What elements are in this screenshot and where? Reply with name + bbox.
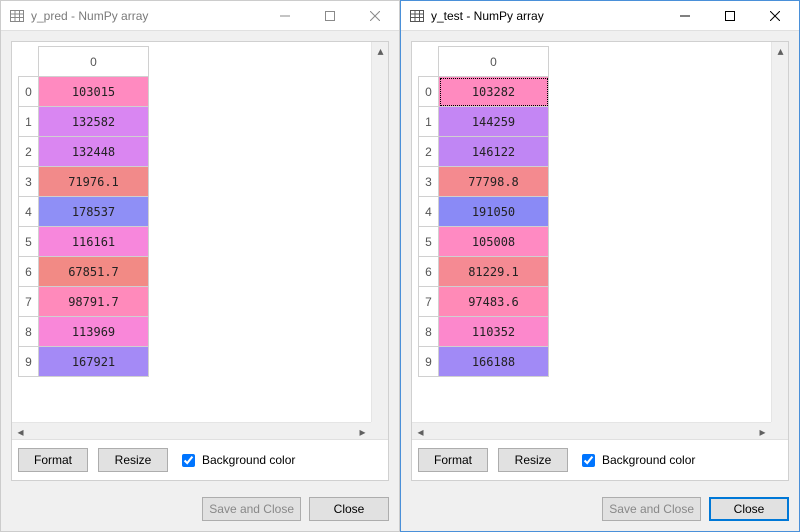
array-viewer: 0010328211442592146122377798.84191050510… <box>411 41 789 481</box>
bgcolor-checkbox[interactable] <box>182 454 195 467</box>
bgcolor-label-text: Background color <box>602 453 695 467</box>
save-and-close-button[interactable]: Save and Close <box>602 497 701 521</box>
scrollbar-horizontal[interactable]: ◂ ▸ <box>12 422 371 439</box>
row-header[interactable]: 8 <box>419 317 439 347</box>
scroll-left-icon[interactable]: ◂ <box>412 423 429 439</box>
array-cell[interactable]: 110352 <box>439 317 549 347</box>
titlebar[interactable]: y_pred - NumPy array <box>1 1 399 31</box>
titlebar[interactable]: y_test - NumPy array <box>401 1 799 31</box>
array-cell[interactable]: 77798.8 <box>439 167 549 197</box>
row-header[interactable]: 1 <box>419 107 439 137</box>
format-button[interactable]: Format <box>18 448 88 472</box>
scrollbar-vertical[interactable]: ▴ ▾ <box>771 42 788 439</box>
bgcolor-label-text: Background color <box>202 453 295 467</box>
array-cell[interactable]: 178537 <box>39 197 149 227</box>
array-cell[interactable]: 146122 <box>439 137 549 167</box>
row-header[interactable]: 2 <box>419 137 439 167</box>
row-header[interactable]: 0 <box>419 77 439 107</box>
close-button[interactable]: Close <box>709 497 789 521</box>
dialog-footer: Save and Close Close <box>401 491 799 531</box>
maximize-button[interactable] <box>707 2 752 30</box>
array-cell[interactable]: 132448 <box>39 137 149 167</box>
array-cell[interactable]: 105008 <box>439 227 549 257</box>
scroll-up-icon[interactable]: ▴ <box>372 42 388 59</box>
table-icon <box>409 8 425 24</box>
array-cell[interactable]: 103282 <box>439 77 549 107</box>
array-table[interactable]: 0010301511325822132448371976.14178537511… <box>18 46 149 377</box>
maximize-button[interactable] <box>307 2 352 30</box>
row-header[interactable]: 9 <box>19 347 39 377</box>
array-cell[interactable]: 97483.6 <box>439 287 549 317</box>
window-controls <box>262 2 397 30</box>
table-icon <box>9 8 25 24</box>
array-cell[interactable]: 81229.1 <box>439 257 549 287</box>
scroll-left-icon[interactable]: ◂ <box>12 423 29 439</box>
save-and-close-button[interactable]: Save and Close <box>202 497 301 521</box>
array-cell[interactable]: 132582 <box>39 107 149 137</box>
row-header[interactable]: 7 <box>19 287 39 317</box>
column-header[interactable]: 0 <box>39 47 149 77</box>
toolbar: Format Resize Background color <box>12 439 388 480</box>
window-y-pred: y_pred - NumPy array 0010301511325822132… <box>0 0 400 532</box>
scroll-right-icon[interactable]: ▸ <box>354 423 371 439</box>
array-cell[interactable]: 191050 <box>439 197 549 227</box>
row-header[interactable]: 5 <box>19 227 39 257</box>
array-cell[interactable]: 116161 <box>39 227 149 257</box>
scrollbar-horizontal[interactable]: ◂ ▸ <box>412 422 771 439</box>
row-header[interactable]: 0 <box>19 77 39 107</box>
format-button[interactable]: Format <box>418 448 488 472</box>
row-header[interactable]: 2 <box>19 137 39 167</box>
window-title: y_pred - NumPy array <box>31 9 262 23</box>
array-viewer: 0010301511325822132448371976.14178537511… <box>11 41 389 481</box>
scrollbar-vertical[interactable]: ▴ ▾ <box>371 42 388 439</box>
array-cell[interactable]: 67851.7 <box>39 257 149 287</box>
grid-area: 0010328211442592146122377798.84191050510… <box>412 42 788 439</box>
resize-button[interactable]: Resize <box>98 448 168 472</box>
row-header[interactable]: 6 <box>19 257 39 287</box>
row-header[interactable]: 9 <box>419 347 439 377</box>
minimize-button[interactable] <box>662 2 707 30</box>
array-cell[interactable]: 113969 <box>39 317 149 347</box>
row-header[interactable]: 4 <box>419 197 439 227</box>
toolbar: Format Resize Background color <box>412 439 788 480</box>
close-window-button[interactable] <box>352 2 397 30</box>
row-header[interactable]: 7 <box>419 287 439 317</box>
column-header[interactable]: 0 <box>439 47 549 77</box>
scroll-up-icon[interactable]: ▴ <box>772 42 788 59</box>
window-y-test: y_test - NumPy array 0010328211442592146… <box>400 0 800 532</box>
row-header[interactable]: 3 <box>19 167 39 197</box>
array-cell[interactable]: 71976.1 <box>39 167 149 197</box>
row-header[interactable]: 3 <box>419 167 439 197</box>
close-button[interactable]: Close <box>309 497 389 521</box>
array-table[interactable]: 0010328211442592146122377798.84191050510… <box>418 46 549 377</box>
array-cell[interactable]: 167921 <box>39 347 149 377</box>
bgcolor-checkbox[interactable] <box>582 454 595 467</box>
bgcolor-checkbox-label[interactable]: Background color <box>578 451 695 470</box>
close-window-button[interactable] <box>752 2 797 30</box>
resize-button[interactable]: Resize <box>498 448 568 472</box>
scroll-right-icon[interactable]: ▸ <box>754 423 771 439</box>
corner-header <box>19 47 39 77</box>
window-title: y_test - NumPy array <box>431 9 662 23</box>
dialog-footer: Save and Close Close <box>1 491 399 531</box>
row-header[interactable]: 4 <box>19 197 39 227</box>
bgcolor-checkbox-label[interactable]: Background color <box>178 451 295 470</box>
array-cell[interactable]: 144259 <box>439 107 549 137</box>
array-cell[interactable]: 98791.7 <box>39 287 149 317</box>
row-header[interactable]: 5 <box>419 227 439 257</box>
array-cell[interactable]: 103015 <box>39 77 149 107</box>
row-header[interactable]: 8 <box>19 317 39 347</box>
row-header[interactable]: 1 <box>19 107 39 137</box>
window-controls <box>662 2 797 30</box>
minimize-button[interactable] <box>262 2 307 30</box>
row-header[interactable]: 6 <box>419 257 439 287</box>
grid-area: 0010301511325822132448371976.14178537511… <box>12 42 388 439</box>
corner-header <box>419 47 439 77</box>
array-cell[interactable]: 166188 <box>439 347 549 377</box>
